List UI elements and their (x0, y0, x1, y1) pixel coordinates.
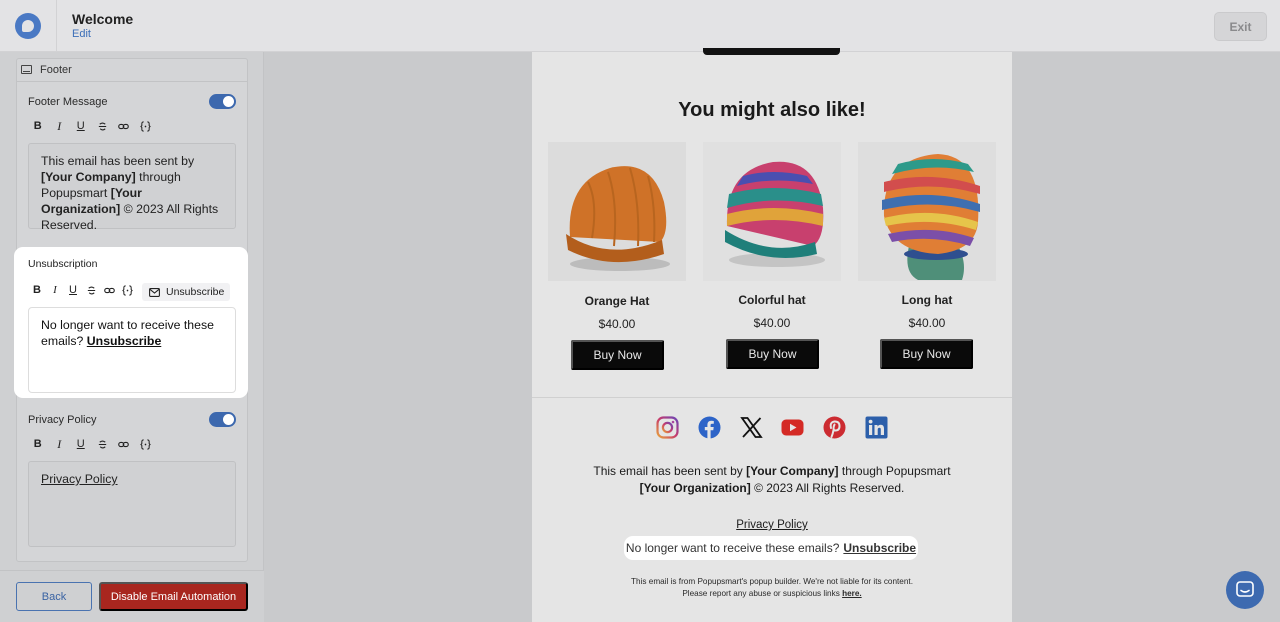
email-unsubscribe-line: No longer want to receive these emails? … (624, 536, 918, 560)
footer-layout-icon (21, 65, 32, 74)
product-price: $40.00 (753, 316, 791, 330)
email-footer-message: This email has been sent by [Your Compan… (532, 463, 1012, 497)
section-title: Footer (40, 64, 72, 76)
link-icon[interactable] (100, 282, 118, 298)
underline-button[interactable]: U (70, 436, 92, 452)
mail-icon (149, 287, 160, 297)
unsubscribe-link[interactable]: Unsubscribe (87, 334, 161, 348)
privacy-policy-editor[interactable]: Privacy Policy (28, 461, 236, 547)
disable-email-automation-button[interactable]: Disable Email Automation (99, 582, 248, 611)
insert-unsubscribe-button[interactable]: Unsubscribe (142, 283, 230, 301)
underline-button[interactable]: U (70, 118, 92, 134)
product-price: $40.00 (908, 316, 946, 330)
organization-placeholder: [Your Organization] (639, 481, 751, 495)
unsubscription-editor[interactable]: No longer want to receive these emails? … (28, 307, 236, 393)
underline-button[interactable]: U (64, 282, 82, 298)
strikethrough-icon[interactable] (82, 282, 100, 298)
link-icon[interactable] (113, 436, 135, 452)
footer-message-text: This email has been sent by (41, 154, 195, 168)
variable-braces-icon[interactable] (118, 282, 136, 298)
unsubscription-toolbar: B I U (28, 282, 136, 298)
recommendations-heading: You might also like! (678, 99, 866, 121)
strikethrough-icon[interactable] (92, 118, 114, 134)
product-name: Long hat (901, 293, 953, 307)
popupsmart-logo-icon[interactable] (15, 13, 41, 39)
unsubscribe-text: No longer want to receive these emails? (625, 541, 840, 555)
bold-button[interactable]: B (27, 436, 49, 452)
privacy-policy-label: Privacy Policy (28, 414, 97, 426)
bold-button[interactable]: B (28, 282, 46, 298)
facebook-icon[interactable] (698, 416, 721, 439)
disclaimer-text: This email is from Popupsmart's popup bu… (631, 577, 913, 586)
exit-button[interactable]: Exit (1214, 12, 1267, 41)
product-price: $40.00 (598, 317, 636, 331)
chat-icon (1236, 581, 1254, 597)
pinterest-icon[interactable] (823, 416, 846, 439)
link-icon[interactable] (113, 118, 135, 134)
chat-support-button[interactable] (1226, 571, 1264, 609)
disclaimer-text: Please report any abuse or suspicious li… (682, 588, 843, 598)
privacy-policy-toggle[interactable] (209, 412, 236, 427)
top-bar (0, 0, 1280, 52)
buy-now-button[interactable]: Buy Now (726, 339, 819, 369)
footer-message-toggle[interactable] (209, 94, 236, 109)
privacy-policy-link[interactable]: Privacy Policy (41, 472, 118, 486)
variable-braces-icon[interactable] (135, 118, 157, 134)
email-unsubscribe-link[interactable]: Unsubscribe (843, 541, 916, 555)
header-divider (56, 0, 57, 52)
italic-button[interactable]: I (46, 282, 64, 298)
variable-braces-icon[interactable] (135, 436, 157, 452)
youtube-icon[interactable] (781, 416, 804, 439)
footer-section-header[interactable]: Footer (16, 58, 248, 82)
back-button[interactable]: Back (16, 582, 92, 611)
buy-now-button[interactable]: Buy Now (571, 340, 664, 370)
x-icon[interactable] (739, 416, 763, 439)
company-placeholder: [Your Company] (746, 464, 839, 478)
footer-text: This email has been sent by (593, 464, 747, 478)
italic-button[interactable]: I (49, 118, 71, 134)
report-abuse-link[interactable]: here. (842, 589, 862, 598)
insert-unsubscribe-label: Unsubscribe (166, 286, 225, 298)
email-privacy-policy-link[interactable]: Privacy Policy (532, 519, 1012, 531)
product-image-orange-hat (548, 142, 686, 281)
product-image-long-hat (858, 142, 996, 281)
unsubscription-label: Unsubscription (28, 258, 98, 270)
instagram-icon[interactable] (656, 416, 679, 439)
product-name: Orange Hat (584, 294, 650, 308)
edit-title-link[interactable]: Edit (72, 28, 91, 40)
italic-button[interactable]: I (49, 436, 71, 452)
linkedin-icon[interactable] (865, 416, 888, 439)
email-divider (532, 397, 1012, 398)
product-image-colorful-hat (703, 142, 841, 281)
unsubscription-card: Unsubscription B I U Unsubscribe No long… (14, 247, 248, 398)
footer-message-label: Footer Message (28, 96, 108, 108)
email-disclaimer: This email is from Popupsmart's popup bu… (532, 576, 1012, 599)
footer-text: through Popupsmart (838, 464, 951, 478)
social-links (656, 416, 907, 439)
footer-message-editor[interactable]: This email has been sent by [Your Compan… (28, 143, 236, 232)
bold-button[interactable]: B (27, 118, 49, 134)
page-title: Welcome (72, 11, 134, 27)
privacy-policy-toolbar: B I U (27, 436, 156, 452)
email-cta-button-partial[interactable] (703, 48, 840, 55)
footer-message-toolbar: B I U (27, 118, 156, 134)
strikethrough-icon[interactable] (92, 436, 114, 452)
product-name: Colorful hat (738, 293, 806, 307)
buy-now-button[interactable]: Buy Now (880, 339, 973, 369)
footer-text: © 2023 All Rights Reserved. (750, 481, 905, 495)
company-placeholder: [Your Company] (41, 170, 136, 184)
